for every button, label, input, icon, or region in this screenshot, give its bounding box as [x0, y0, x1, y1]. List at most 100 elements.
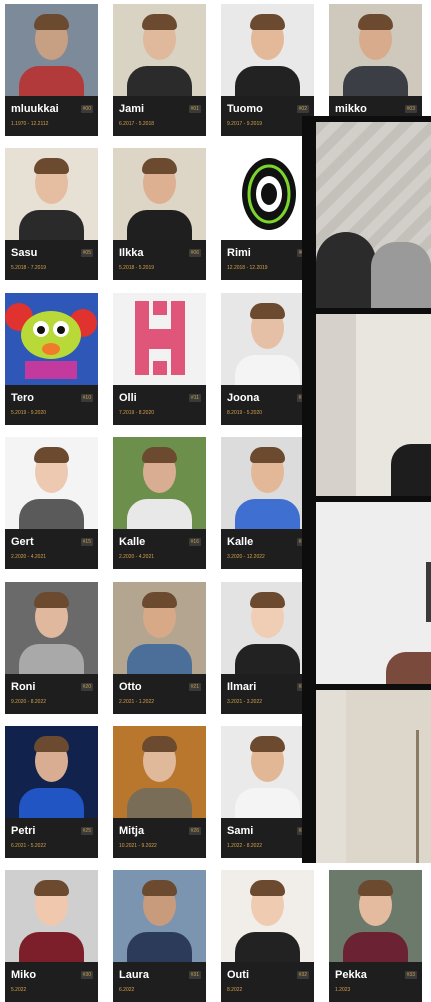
member-number-badge: #31 — [188, 971, 201, 979]
member-photo — [221, 293, 314, 385]
member-card[interactable]: Pekka #33 1.2023 — [329, 870, 422, 1002]
member-card[interactable]: Mitja #26 10.2021 - 9.2022 — [113, 726, 206, 858]
member-photo — [5, 870, 98, 962]
member-info-bar: Outi #32 8.2022 — [221, 962, 314, 1002]
person-silhouette — [113, 148, 206, 240]
member-number-badge: #30 — [80, 971, 93, 979]
person-body — [127, 932, 192, 962]
member-card[interactable]: Jami #01 6.2017 - 5.2018 — [113, 4, 206, 136]
member-dates: 5.2018 - 5.2019 — [119, 265, 155, 271]
member-name: Outi — [227, 969, 249, 981]
member-card[interactable]: Ilmari#223.2021 - 3.2022 — [221, 582, 314, 714]
member-info-bar: Ilkka #06 5.2018 - 5.2019 — [113, 240, 206, 280]
member-info-bar: Sasu #05 5.2018 - 7.2019 — [5, 240, 98, 280]
cartoon-icon — [5, 293, 98, 385]
member-dates: 9.2017 - 9.2019 — [227, 121, 263, 127]
member-card[interactable]: Kalle #16 2.2020 - 4.2021 — [113, 437, 206, 569]
person-hair — [34, 592, 69, 608]
member-info-bar: Tero #10 5.2019 - 9.2020 — [5, 385, 98, 425]
member-photo — [113, 437, 206, 529]
person-body — [19, 788, 84, 818]
member-photo — [5, 4, 98, 96]
member-name: Kalle — [227, 536, 254, 548]
member-card[interactable]: Joona#128.2019 - 5.2020 — [221, 293, 314, 425]
member-info-bar: Tuomo #02 9.2017 - 9.2019 — [221, 96, 314, 136]
member-info-bar: Olli #11 7.2019 - 8.2020 — [113, 385, 206, 425]
member-card[interactable]: Kalle#173.2020 - 12.2022 — [221, 437, 314, 569]
person-body — [235, 499, 300, 529]
member-photo — [113, 726, 206, 818]
person-silhouette — [5, 870, 98, 962]
person-silhouette — [113, 437, 206, 529]
member-name: Sami — [227, 825, 254, 837]
person-silhouette — [113, 582, 206, 674]
member-card[interactable]: Tero #10 5.2019 - 9.2020 — [5, 293, 98, 425]
member-card[interactable]: Olli #11 7.2019 - 8.2020 — [113, 293, 206, 425]
person-hair — [358, 14, 393, 30]
person-hair — [250, 303, 285, 319]
person-hair — [250, 880, 285, 896]
member-photo — [113, 4, 206, 96]
member-card[interactable]: mluukkai #00 1.1970 - 12.2112 — [5, 4, 98, 136]
member-name: Olli — [119, 392, 137, 404]
member-card[interactable]: Miko #30 5.2022 — [5, 870, 98, 1002]
member-card[interactable]: Outi #32 8.2022 — [221, 870, 314, 1002]
video-tile — [316, 122, 431, 308]
person-silhouette — [221, 582, 314, 674]
member-name: Tero — [11, 392, 35, 404]
person-silhouette — [113, 870, 206, 962]
member-photo — [329, 4, 422, 96]
person-silhouette — [221, 293, 314, 385]
member-photo — [5, 582, 98, 674]
person-hair — [34, 14, 69, 30]
person-hair — [34, 158, 69, 174]
member-name: Gert — [11, 536, 34, 548]
person-hair — [250, 14, 285, 30]
person-silhouette — [5, 582, 98, 674]
member-card[interactable]: Roni #20 9.2020 - 8.2022 — [5, 582, 98, 714]
person-hair — [142, 447, 177, 463]
member-info-bar: Gert #15 2.2020 - 4.2021 — [5, 529, 98, 569]
member-dates: 9.2020 - 8.2022 — [11, 699, 47, 705]
member-photo — [329, 870, 422, 962]
member-info-bar: Laura #31 6.2022 — [113, 962, 206, 1002]
member-dates: 5.2022 — [11, 987, 27, 993]
person-silhouette — [5, 148, 98, 240]
member-name: Rimi — [227, 247, 251, 259]
person-silhouette — [5, 437, 98, 529]
member-info-bar: Pekka #33 1.2023 — [329, 962, 422, 1002]
member-dates: 12.2018 - 12.2019 — [227, 265, 268, 271]
member-photo — [113, 582, 206, 674]
member-card[interactable]: Laura #31 6.2022 — [113, 870, 206, 1002]
member-name: mluukkai — [11, 103, 59, 115]
person-body — [235, 788, 300, 818]
member-number-badge: #16 — [188, 538, 201, 546]
member-card[interactable]: Rimi#0712.2018 - 12.2019 — [221, 148, 314, 280]
member-number-badge: #15 — [80, 538, 93, 546]
person-hair — [142, 592, 177, 608]
member-card[interactable]: Ilkka #06 5.2018 - 5.2019 — [113, 148, 206, 280]
person-body — [343, 66, 408, 96]
member-dates: 1.1970 - 12.2112 — [11, 121, 49, 127]
member-info-bar: Sami#271.2022 - 8.2022 — [221, 818, 314, 858]
person-hair — [142, 880, 177, 896]
member-number-badge: #03 — [404, 105, 417, 113]
member-info-bar: Mitja #26 10.2021 - 9.2022 — [113, 818, 206, 858]
member-card[interactable]: Otto #21 2.2021 - 1.2022 — [113, 582, 206, 714]
logo-icon — [242, 158, 296, 230]
person-hair — [358, 880, 393, 896]
member-card[interactable]: Petri #25 6.2021 - 5.2022 — [5, 726, 98, 858]
person-body — [343, 932, 408, 962]
member-number-badge: #21 — [188, 683, 201, 691]
member-card[interactable]: Gert #15 2.2020 - 4.2021 — [5, 437, 98, 569]
logo-icon — [135, 301, 185, 375]
member-card[interactable]: Tuomo #02 9.2017 - 9.2019 — [221, 4, 314, 136]
person-hair — [250, 447, 285, 463]
member-card[interactable]: Sami#271.2022 - 8.2022 — [221, 726, 314, 858]
person-silhouette — [221, 726, 314, 818]
person-body — [235, 355, 300, 385]
member-dates: 3.2021 - 3.2022 — [227, 699, 263, 705]
member-card[interactable]: Sasu #05 5.2018 - 7.2019 — [5, 148, 98, 280]
member-photo — [5, 726, 98, 818]
member-info-bar: Ilmari#223.2021 - 3.2022 — [221, 674, 314, 714]
